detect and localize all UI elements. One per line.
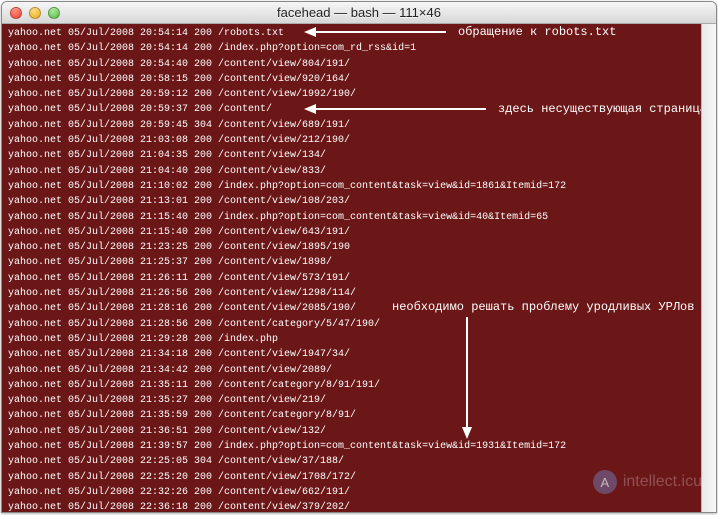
log-line: yahoo.net 05/Jul/2008 21:35:59 200 /cont…	[8, 408, 710, 423]
log-line: yahoo.net 05/Jul/2008 21:03:08 200 /cont…	[8, 133, 710, 148]
arrow-shaft	[316, 108, 486, 110]
annotation-text: здесь несуществующая страница	[498, 102, 707, 116]
titlebar[interactable]: facehead — bash — 111×46	[2, 2, 716, 24]
window-title: facehead — bash — 111×46	[2, 5, 716, 20]
log-line: yahoo.net 05/Jul/2008 21:34:42 200 /cont…	[8, 363, 710, 378]
log-line: yahoo.net 05/Jul/2008 21:39:57 200 /inde…	[8, 439, 710, 454]
log-line: yahoo.net 05/Jul/2008 21:15:40 200 /inde…	[8, 210, 710, 225]
log-line: yahoo.net 05/Jul/2008 21:35:11 200 /cont…	[8, 378, 710, 393]
log-line: yahoo.net 05/Jul/2008 20:58:15 200 /cont…	[8, 72, 710, 87]
terminal-body[interactable]: yahoo.net 05/Jul/2008 20:54:14 200 /robo…	[2, 24, 716, 512]
log-line: yahoo.net 05/Jul/2008 20:59:12 200 /cont…	[8, 87, 710, 102]
arrow-left-icon	[304, 27, 316, 37]
log-output: yahoo.net 05/Jul/2008 20:54:14 200 /robo…	[2, 24, 716, 512]
arrow-down-icon	[462, 427, 472, 439]
arrow-left-icon	[304, 104, 316, 114]
arrow-shaft	[316, 31, 446, 33]
log-line: yahoo.net 05/Jul/2008 22:36:18 200 /cont…	[8, 500, 710, 512]
log-line: yahoo.net 05/Jul/2008 21:10:02 200 /inde…	[8, 179, 710, 194]
annotation-text: обращение к robots.txt	[458, 25, 616, 39]
log-line: yahoo.net 05/Jul/2008 21:04:40 200 /cont…	[8, 164, 710, 179]
watermark-icon: A	[593, 470, 617, 494]
minimize-icon[interactable]	[29, 7, 41, 19]
annotation-ugly-urls: необходимо решать проблему уродливых УРЛ…	[392, 300, 694, 314]
window-controls	[10, 7, 60, 19]
log-line: yahoo.net 05/Jul/2008 21:13:01 200 /cont…	[8, 194, 710, 209]
annotation-robots: обращение к robots.txt	[304, 25, 616, 39]
log-line: yahoo.net 05/Jul/2008 22:25:05 304 /cont…	[8, 454, 710, 469]
watermark: A intellect.icu	[593, 470, 702, 494]
scrollbar[interactable]	[701, 24, 716, 512]
log-line: yahoo.net 05/Jul/2008 21:26:11 200 /cont…	[8, 271, 710, 286]
log-line: yahoo.net 05/Jul/2008 21:36:51 200 /cont…	[8, 424, 710, 439]
log-line: yahoo.net 05/Jul/2008 21:34:18 200 /cont…	[8, 347, 710, 362]
log-line: yahoo.net 05/Jul/2008 21:04:35 200 /cont…	[8, 148, 710, 163]
log-line: yahoo.net 05/Jul/2008 20:59:45 304 /cont…	[8, 118, 710, 133]
log-line: yahoo.net 05/Jul/2008 20:54:40 200 /cont…	[8, 57, 710, 72]
log-line: yahoo.net 05/Jul/2008 20:54:14 200 /inde…	[8, 41, 710, 56]
terminal-window: facehead — bash — 111×46 yahoo.net 05/Ju…	[1, 1, 717, 513]
watermark-text: intellect.icu	[623, 473, 702, 491]
close-icon[interactable]	[10, 7, 22, 19]
log-line: yahoo.net 05/Jul/2008 21:35:27 200 /cont…	[8, 393, 710, 408]
annotation-text: необходимо решать проблему уродливых УРЛ…	[392, 300, 694, 314]
arrow-down	[462, 317, 472, 439]
arrow-shaft	[466, 317, 468, 427]
log-line: yahoo.net 05/Jul/2008 21:28:56 200 /cont…	[8, 317, 710, 332]
log-line: yahoo.net 05/Jul/2008 21:15:40 200 /cont…	[8, 225, 710, 240]
log-line: yahoo.net 05/Jul/2008 21:23:25 200 /cont…	[8, 240, 710, 255]
log-line: yahoo.net 05/Jul/2008 21:29:28 200 /inde…	[8, 332, 710, 347]
log-line: yahoo.net 05/Jul/2008 21:25:37 200 /cont…	[8, 255, 710, 270]
zoom-icon[interactable]	[48, 7, 60, 19]
annotation-nonexistent: здесь несуществующая страница	[304, 102, 707, 116]
